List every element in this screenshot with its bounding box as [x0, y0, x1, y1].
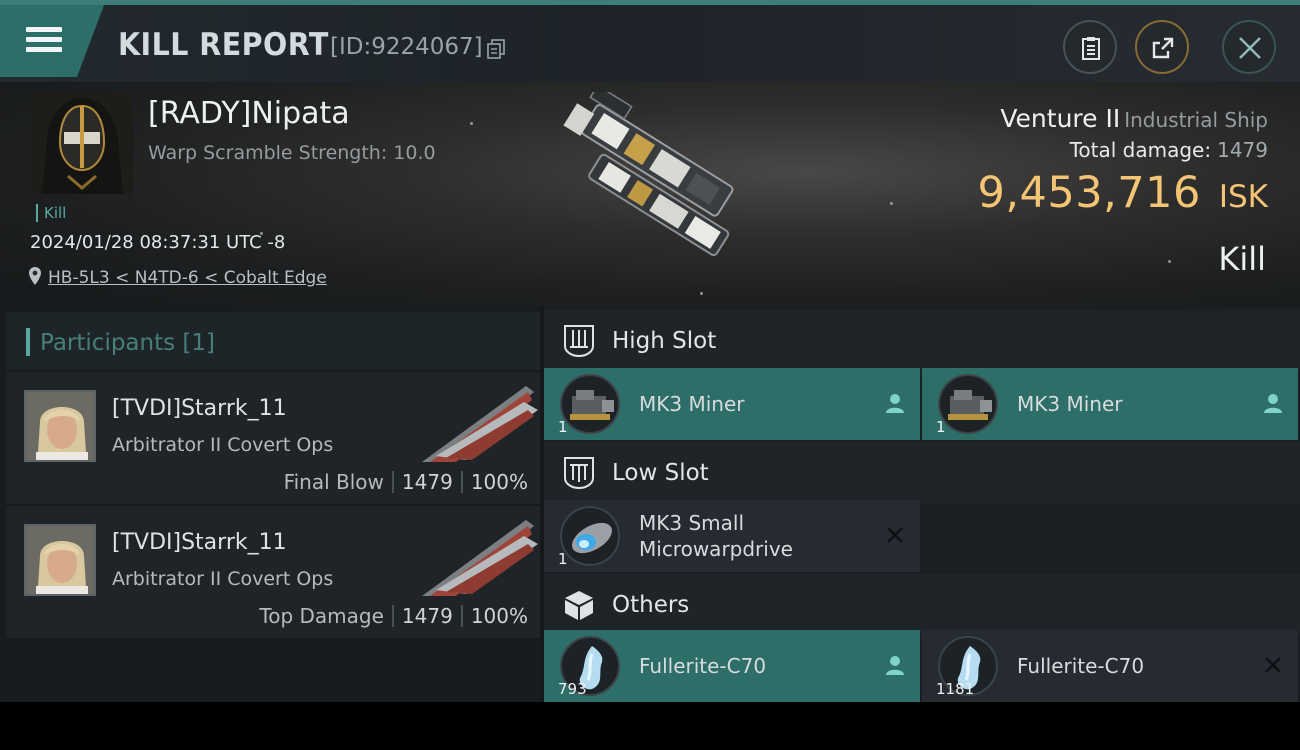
participants-header: Participants [1] [6, 312, 540, 370]
participants-title: Participants [1] [40, 330, 215, 356]
kill-report-screen: KILL REPORT [ID:9224067] [RADY]Nipata Wa… [0, 0, 1300, 702]
high-slot-icon [564, 325, 594, 358]
item-quantity: 1 [936, 418, 946, 436]
item-name: MK3 Small Microwarpdrive [639, 510, 793, 562]
person-icon [886, 394, 904, 413]
person-icon [1264, 394, 1282, 413]
participant-row[interactable]: [TVDI]Starrk_11 Arbitrator II Covert Ops… [6, 372, 540, 504]
mining-laser-icon [560, 374, 620, 434]
ship-name[interactable]: Venture II [1000, 104, 1120, 133]
item-name-line2: Microwarpdrive [639, 537, 793, 561]
module-item[interactable]: 1 MK3 Small Microwarpdrive [544, 500, 920, 572]
fitting-panel: High Slot 1 MK3 Miner 1 MK3 Miner Low Sl… [544, 306, 1300, 702]
share-button[interactable] [1135, 20, 1189, 74]
participant-percent: 100% [470, 604, 528, 628]
close-icon [1239, 37, 1261, 59]
mining-laser-icon [938, 374, 998, 434]
ship-class: Industrial Ship [1124, 108, 1268, 132]
module-item[interactable]: 1 MK3 Miner [544, 368, 920, 440]
close-button[interactable] [1222, 20, 1276, 74]
participant-stats: Final Blow 1479 100% [284, 470, 528, 494]
others-title: Others [612, 592, 690, 618]
item-quantity: 793 [558, 680, 587, 698]
high-slot-header: High Slot [544, 310, 1300, 372]
person-icon [886, 656, 904, 675]
microwarpdrive-icon [560, 506, 620, 566]
clipboard-button[interactable] [1063, 20, 1117, 74]
bottom-letterbox [0, 702, 1300, 750]
participant-avatar[interactable] [24, 524, 96, 596]
item-name: Fullerite-C70 [639, 654, 767, 678]
cargo-item[interactable]: 1181 Fullerite-C70 [922, 630, 1298, 702]
x-icon [887, 527, 903, 543]
high-slot-title: High Slot [612, 328, 717, 354]
report-id: [ID:9224067] [330, 34, 483, 60]
kill-datetime: 2024/01/28 08:37:31 UTC -8 [30, 232, 286, 253]
warp-scramble-strength: Warp Scramble Strength: 10.0 [148, 142, 436, 164]
participants-panel: Participants [1] [TVDI]Starrk_11 Arbitra… [0, 306, 540, 702]
location-pin-icon [29, 267, 41, 285]
victim-banner: [RADY]Nipata Warp Scramble Strength: 10.… [0, 82, 1300, 306]
header-bar: KILL REPORT [ID:9224067] [0, 0, 1300, 82]
isk-unit: ISK [1218, 179, 1268, 215]
share-icon [1152, 37, 1174, 59]
x-icon [1265, 657, 1281, 673]
total-damage-value: 1479 [1217, 138, 1268, 162]
participant-ship-image [422, 520, 538, 596]
ship-info: Venture II Industrial Ship [1000, 104, 1268, 133]
participant-ship: Arbitrator II Covert Ops [112, 434, 334, 456]
item-quantity: 1 [558, 550, 568, 568]
victim-avatar[interactable] [32, 92, 133, 194]
participant-damage: 1479 [401, 604, 453, 628]
participant-role: Top Damage [259, 604, 384, 628]
kill-tag: Kill [36, 204, 66, 222]
others-header: Others [544, 574, 1300, 636]
location-text: HB-5L3 < N4TD-6 < Cobalt Edge [48, 268, 327, 288]
participant-name[interactable]: [TVDI]Starrk_11 [112, 396, 287, 421]
clipboard-icon [1082, 37, 1100, 60]
item-quantity: 1181 [936, 680, 975, 698]
participant-ship: Arbitrator II Covert Ops [112, 568, 334, 590]
copy-icon[interactable] [487, 39, 505, 59]
victim-ship-image[interactable] [530, 92, 780, 292]
participant-percent: 100% [470, 470, 528, 494]
hamburger-icon [26, 27, 62, 53]
total-damage: Total damage: 1479 [1070, 138, 1268, 162]
item-name-line1: MK3 Small [639, 511, 744, 535]
isk-loss: 9,453,716 ISK [978, 168, 1269, 218]
participant-avatar[interactable] [24, 390, 96, 462]
participant-damage: 1479 [401, 470, 453, 494]
item-name: MK3 Miner [639, 392, 745, 416]
item-name: MK3 Miner [1017, 392, 1123, 416]
participant-role: Final Blow [283, 470, 384, 494]
participant-name[interactable]: [TVDI]Starrk_11 [112, 530, 287, 555]
cargo-item[interactable]: 793 Fullerite-C70 [544, 630, 920, 702]
cargo-box-icon [565, 591, 593, 620]
participant-ship-image [422, 386, 538, 462]
menu-button[interactable] [0, 5, 104, 77]
result-label: Kill [1218, 240, 1266, 278]
item-quantity: 1 [558, 418, 568, 436]
low-slot-title: Low Slot [612, 460, 709, 486]
location-link[interactable]: HB-5L3 < N4TD-6 < Cobalt Edge [28, 266, 327, 288]
participant-stats: Top Damage 1479 100% [259, 604, 528, 628]
low-slot-header: Low Slot [544, 442, 1300, 504]
total-damage-label: Total damage: [1069, 138, 1212, 162]
victim-name[interactable]: [RADY]Nipata [148, 96, 350, 131]
module-item[interactable]: 1 MK3 Miner [922, 368, 1298, 440]
participant-row[interactable]: [TVDI]Starrk_11 Arbitrator II Covert Ops… [6, 506, 540, 638]
isk-value: 9,453,716 [977, 168, 1201, 218]
low-slot-icon [564, 457, 594, 490]
page-title: KILL REPORT [118, 27, 329, 63]
item-name: Fullerite-C70 [1017, 654, 1145, 678]
